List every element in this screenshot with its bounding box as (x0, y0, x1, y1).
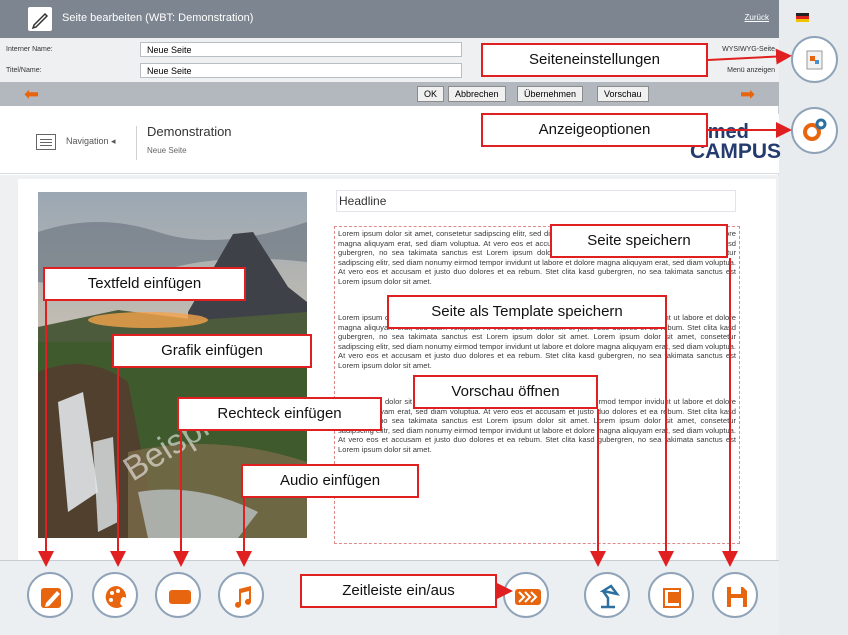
ok-button[interactable]: OK (417, 86, 445, 102)
callout-timeline-toggle: Zeitleiste ein/aus (300, 574, 497, 608)
previous-page-arrow-icon[interactable]: ⬅ (24, 85, 39, 103)
back-link[interactable]: Zurück (745, 13, 769, 22)
wysiwyg-label: WYSIWYG-Seite (722, 46, 775, 53)
navigation-toggle[interactable]: Navigation ◂ (66, 136, 116, 147)
next-page-arrow-icon[interactable]: ➡ (740, 85, 755, 103)
callout-insert-textfield: Textfeld einfügen (43, 267, 246, 301)
action-bar: ⬅ OK Abbrechen Übernehmen Vorschau ➡ (0, 82, 779, 106)
hamburger-menu-icon[interactable] (36, 134, 56, 150)
desk-lamp-icon (599, 584, 621, 609)
gears-icon (803, 118, 827, 141)
title-input[interactable] (140, 63, 462, 78)
music-note-icon (235, 586, 251, 608)
paint-icon (105, 585, 127, 608)
callout-insert-rectangle: Rechteck einfügen (177, 397, 382, 431)
timeline-toggle-button[interactable] (503, 572, 549, 618)
window-title: Seite bearbeiten (WBT: Demonstration) (62, 12, 254, 24)
insert-textfield-button[interactable] (27, 572, 73, 618)
save-as-template-button[interactable] (648, 572, 694, 618)
show-menu-label[interactable]: Menü anzeigen (727, 67, 775, 74)
callout-open-preview: Vorschau öffnen (413, 375, 598, 409)
page-subtitle: Neue Seite (147, 146, 187, 155)
page-settings-button[interactable] (791, 36, 838, 83)
insert-rectangle-button[interactable] (155, 572, 201, 618)
page-settings-icon (806, 50, 823, 70)
callout-display-options: Anzeigeoptionen (481, 113, 708, 147)
edit-page-icon (28, 7, 52, 31)
save-page-button[interactable] (712, 572, 758, 618)
preview-button[interactable]: Vorschau (597, 86, 649, 102)
callout-insert-audio: Audio einfügen (241, 464, 419, 498)
open-preview-button[interactable] (584, 572, 630, 618)
insert-audio-button[interactable] (218, 572, 264, 618)
navigation-label: Navigation (66, 136, 109, 146)
cancel-button[interactable]: Abbrechen (448, 86, 506, 102)
floppy-disk-icon (727, 587, 747, 607)
headline-textbox[interactable]: Headline (336, 190, 736, 212)
headline-text: Headline (339, 194, 387, 208)
rectangle-icon (169, 590, 191, 604)
apply-button[interactable]: Übernehmen (517, 86, 584, 102)
title-bar: Seite bearbeiten (WBT: Demonstration) Zu… (0, 0, 779, 38)
internal-name-input[interactable] (140, 42, 462, 57)
header-divider (136, 126, 137, 160)
internal-name-label: Interner Name: (6, 46, 53, 53)
callout-save-as-template: Seite als Template speichern (387, 295, 667, 329)
display-options-button[interactable] (791, 107, 838, 154)
callout-save-page: Seite speichern (550, 224, 728, 258)
callout-page-settings: Seiteneinstellungen (481, 43, 708, 77)
insert-graphic-button[interactable] (92, 572, 138, 618)
course-title: Demonstration (147, 124, 232, 139)
title-label: Titel/Name: (6, 67, 42, 74)
pencil-icon (41, 588, 61, 608)
language-flag-icon[interactable] (796, 13, 809, 22)
chevrons-right-icon (515, 589, 541, 605)
callout-insert-graphic: Grafik einfügen (112, 334, 312, 368)
template-icon (663, 588, 681, 608)
